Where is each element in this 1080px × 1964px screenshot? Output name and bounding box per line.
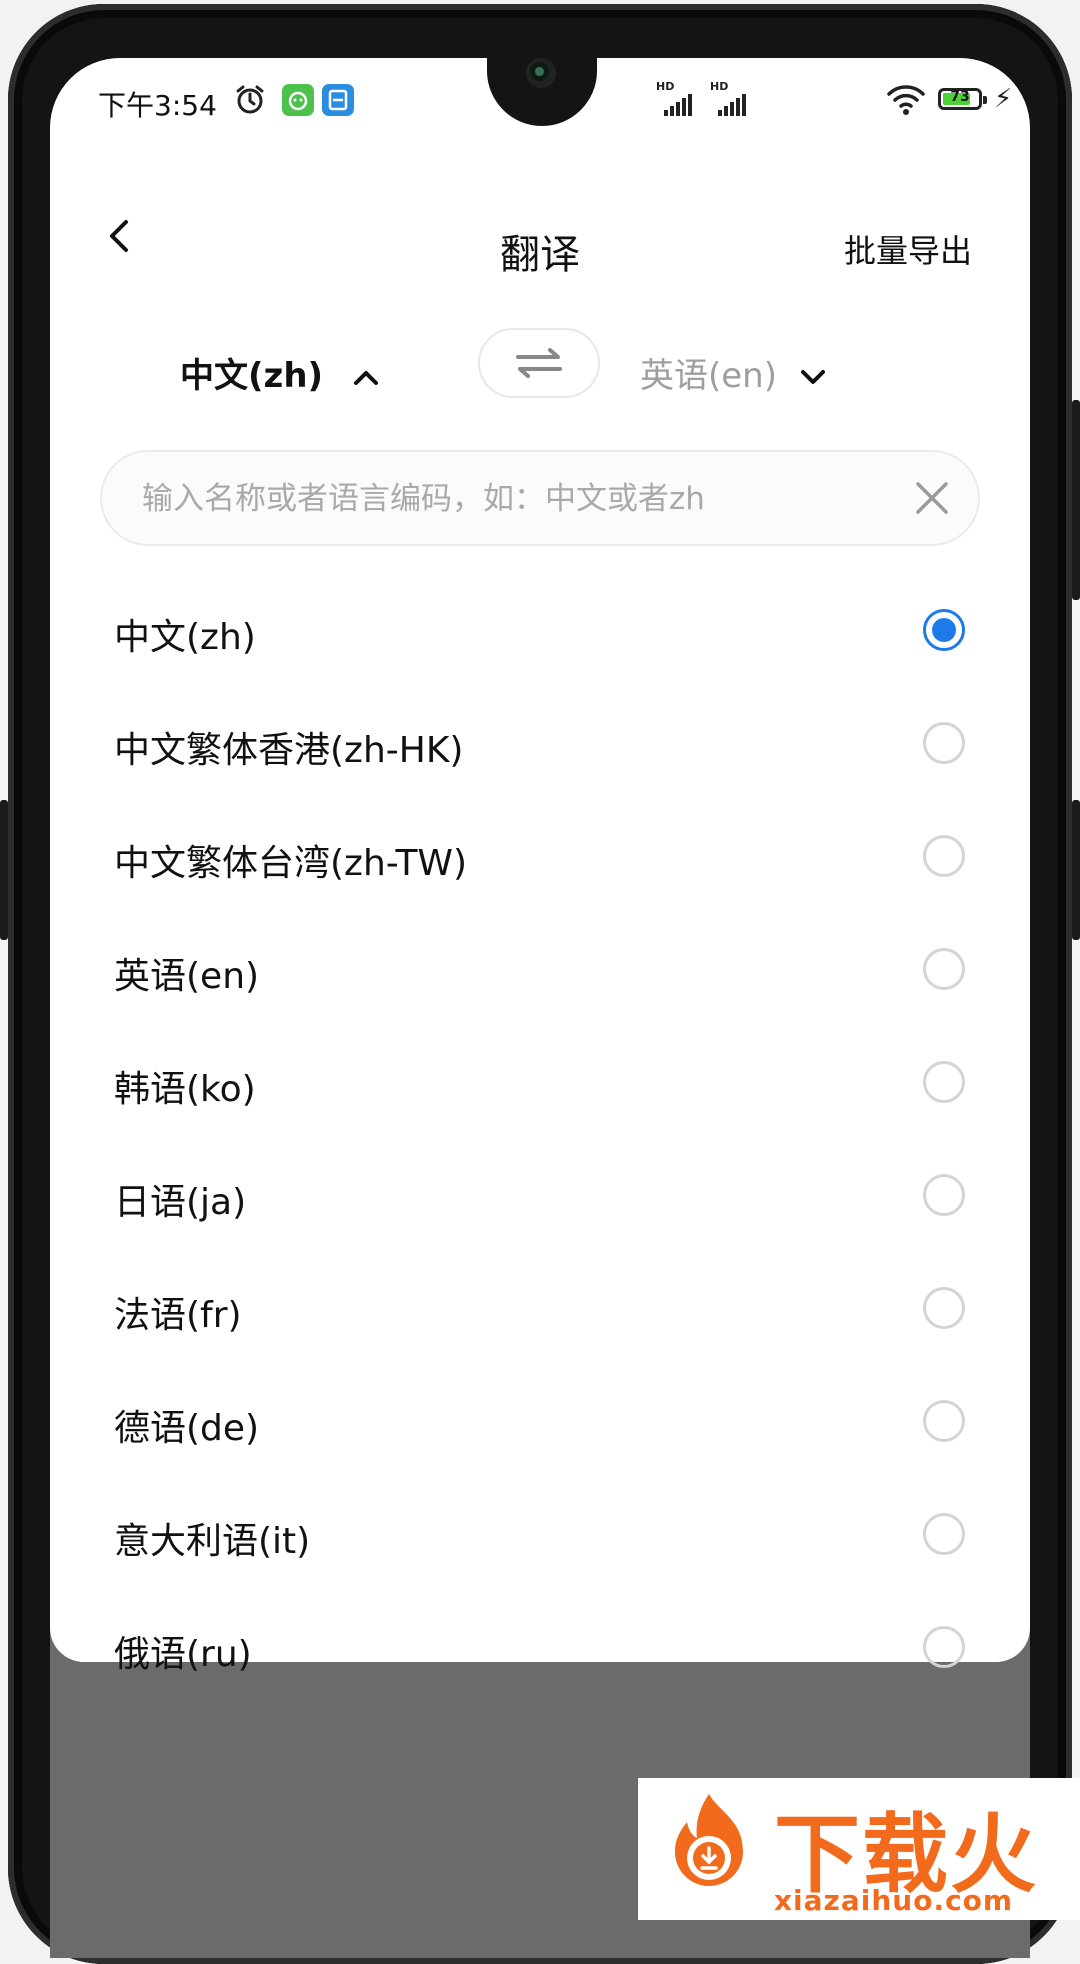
radio-unselected[interactable] [923, 1174, 965, 1216]
charging-icon: ⚡ [994, 84, 1013, 114]
radio-unselected[interactable] [923, 722, 965, 764]
language-option-zh[interactable]: 中文(zh) [50, 572, 1030, 685]
radio-unselected[interactable] [923, 1400, 965, 1442]
source-language-selector[interactable]: 中文(zh) [180, 348, 379, 397]
language-option-label: 中文繁体香港(zh-HK) [114, 730, 464, 771]
language-search-input[interactable] [140, 470, 884, 528]
language-option-it[interactable]: 意大利语(it) [50, 1476, 1030, 1589]
batch-export-button[interactable]: 批量导出 [844, 226, 972, 272]
language-option-label: 法语(fr) [114, 1295, 242, 1336]
wifi-icon [887, 85, 925, 115]
battery-icon: 73 [938, 88, 987, 110]
language-search-box[interactable] [100, 450, 980, 546]
alarm-clock-icon [236, 85, 264, 114]
chevron-down-icon [800, 370, 825, 384]
radio-unselected[interactable] [923, 835, 965, 877]
radio-selected[interactable] [923, 609, 965, 651]
language-option-fr[interactable]: 法语(fr) [50, 1250, 1030, 1363]
status-time: 下午3:54 [98, 89, 217, 122]
language-option-zh-tw[interactable]: 中文繁体台湾(zh-TW) [50, 798, 1030, 911]
signal-icon-1: HD [656, 80, 696, 118]
language-picker-sheet: 下午3:54 HD HD 73 ⚡ 翻译 批量导出 中文(zh) 英语(en) … [50, 58, 1030, 1675]
language-option-label: 韩语(ko) [114, 1069, 256, 1110]
language-option-zh-hk[interactable]: 中文繁体香港(zh-HK) [50, 685, 1030, 798]
language-option-ja[interactable]: 日语(ja) [50, 1137, 1030, 1250]
chevron-up-icon [353, 371, 378, 385]
front-camera-icon [526, 58, 556, 88]
language-option-en[interactable]: 英语(en) [50, 911, 1030, 1024]
watermark-url: xiazaihuo.com [774, 1884, 1014, 1917]
screen: 下午3:54 HD HD 73 ⚡ 翻译 批量导出 中文(zh) 英语(en) … [50, 58, 1030, 1958]
radio-unselected[interactable] [923, 1061, 965, 1103]
swap-languages-button[interactable] [478, 328, 600, 398]
volume-button [1072, 400, 1080, 600]
side-button-left [0, 800, 8, 940]
power-button [1072, 800, 1080, 940]
radio-unselected[interactable] [923, 1287, 965, 1329]
watermark: 下载火 xiazaihuo.com [638, 1778, 1080, 1920]
language-option-de[interactable]: 德语(de) [50, 1363, 1030, 1476]
language-option-label: 英语(en) [114, 956, 260, 997]
language-option-label: 德语(de) [114, 1408, 260, 1449]
app-notification-icon-blue [322, 84, 354, 116]
battery-level: 73 [950, 89, 970, 105]
source-language-label: 中文(zh) [180, 356, 324, 396]
target-language-label: 英语(en) [640, 356, 777, 396]
language-option-label: 俄语(ru) [114, 1634, 252, 1675]
flame-logo-icon [675, 1794, 743, 1886]
language-option-label: 中文繁体台湾(zh-TW) [114, 843, 468, 884]
target-language-selector[interactable]: 英语(en) [640, 348, 826, 397]
language-option-label: 日语(ja) [114, 1182, 247, 1223]
language-option-label: 意大利语(it) [114, 1521, 311, 1562]
language-option-ko[interactable]: 韩语(ko) [50, 1024, 1030, 1137]
language-list: 中文(zh) 中文繁体香港(zh-HK) 中文繁体台湾(zh-TW) 英语(en… [50, 572, 1030, 1702]
language-option-ru[interactable]: 俄语(ru) [50, 1589, 1030, 1702]
radio-unselected[interactable] [923, 948, 965, 990]
signal-icon-2: HD [710, 80, 750, 118]
close-icon[interactable] [912, 478, 952, 518]
language-option-label: 中文(zh) [114, 617, 256, 658]
app-notification-icon-green [282, 84, 314, 116]
swap-arrows-icon [516, 348, 562, 378]
radio-unselected[interactable] [923, 1513, 965, 1555]
radio-unselected[interactable] [923, 1626, 965, 1668]
